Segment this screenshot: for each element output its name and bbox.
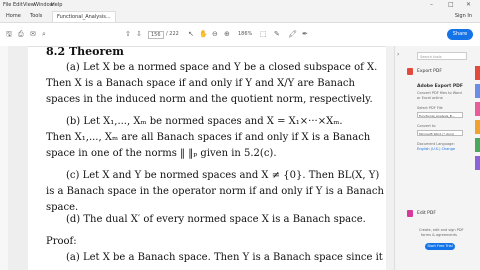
toolbar: 🖫 ⎙ ✉ ⌕ ⇧ ⇩ 156 / 222 ↖ ✋ ⊖ ⊕ 186% ⬚ ✎ 🖍…: [0, 23, 480, 47]
tab-home[interactable]: Home: [2, 11, 25, 21]
adobe-export-title: Adobe Export PDF: [417, 84, 463, 89]
menu-edit[interactable]: Edit: [13, 2, 23, 8]
tab-document[interactable]: Functional_Analysis...: [52, 11, 116, 22]
close-icon[interactable]: ✕: [466, 1, 471, 8]
side-strip-red: [475, 66, 480, 80]
menu-file[interactable]: File: [3, 2, 11, 8]
email-icon[interactable]: ✉: [30, 30, 36, 38]
page-down-icon[interactable]: ⇩: [136, 30, 142, 38]
hand-icon[interactable]: ✋: [199, 30, 208, 38]
edit-pdf-icon: [407, 210, 413, 217]
convert-to-select[interactable]: Microsoft Word (*.docx): [417, 130, 463, 136]
side-strip-purple: [475, 156, 480, 170]
theorem-heading: 8.2 Theorem: [46, 46, 124, 58]
zoom-out-icon[interactable]: ⊖: [212, 30, 218, 38]
page-up-icon[interactable]: ⇧: [125, 30, 131, 38]
export-pdf-icon: [407, 68, 413, 75]
doc-line: (a) Let X be a Banach space. Then Y is a…: [66, 252, 383, 263]
sign-in-link[interactable]: Sign In: [455, 11, 472, 21]
tab-tools[interactable]: Tools: [26, 11, 46, 21]
export-pdf-tool[interactable]: Export PDF: [417, 69, 442, 74]
maximize-icon[interactable]: □: [448, 1, 454, 8]
doc-line: is a Banach space in the operator norm i…: [46, 186, 384, 197]
menu-help[interactable]: Help: [51, 2, 62, 8]
doc-line: Then X is a Banach space if and only if …: [46, 78, 355, 89]
side-strip-pink: [475, 102, 480, 116]
sign-icon[interactable]: ✒: [302, 30, 308, 38]
tab-bar: Home Tools Functional_Analysis... – □ ✕ …: [0, 1, 480, 23]
doc-line: (b) Let X₁,..., Xₘ be normed spaces and …: [66, 116, 343, 127]
side-strip-green: [475, 138, 480, 152]
side-strip-orange: [475, 120, 480, 134]
vertical-scrollbar[interactable]: [386, 46, 394, 270]
document-page: 8.2 Theorem (a) Let X be a normed space …: [28, 46, 386, 270]
fit-page-icon[interactable]: ⬚: [260, 30, 267, 38]
zoom-level[interactable]: 186%: [238, 31, 252, 37]
doc-line: spaces in the induced norm and the quoti…: [46, 94, 373, 105]
zoom-in-icon[interactable]: ⊕: [224, 30, 230, 38]
edit-pdf-tool[interactable]: Edit PDF: [417, 211, 436, 216]
search-icon[interactable]: ⌕: [42, 30, 46, 39]
collapse-icon[interactable]: ›: [397, 51, 399, 58]
tools-panel: › Search tools Export PDF Adobe Export P…: [394, 46, 480, 270]
doc-line: (c) Let X and Y be normed spaces and X ≠…: [66, 170, 380, 181]
document-margin: [8, 46, 28, 270]
doc-language-value[interactable]: English (U.S.) Change: [417, 147, 455, 152]
menu-bar: File Edit View Window Help: [0, 0, 480, 10]
start-trial-button[interactable]: Start Free Trial: [425, 243, 455, 250]
save-icon[interactable]: 🖫: [6, 30, 12, 41]
cursor-icon[interactable]: ↖: [188, 30, 194, 38]
tools-search-input[interactable]: Search tools: [417, 52, 467, 60]
proof-label: Proof:: [46, 236, 77, 247]
doc-line: space.: [46, 202, 79, 213]
doc-line: Then X₁,..., Xₘ are all Banach spaces if…: [46, 132, 371, 143]
doc-line: space in one of the norms ‖ ‖ₚ given in …: [46, 148, 277, 159]
adobe-export-sub: or Excel online: [417, 96, 443, 100]
minimize-icon[interactable]: –: [430, 1, 433, 8]
share-button[interactable]: Share: [447, 29, 473, 40]
convert-to-label: Convert to: [417, 124, 436, 128]
highlight-icon[interactable]: 🖍: [288, 30, 297, 38]
page-total: / 222: [166, 31, 179, 37]
file-select[interactable]: Functional_Analysis_B...: [417, 112, 463, 118]
print-icon[interactable]: ⎙: [18, 30, 24, 39]
select-file-label: Select PDF File: [417, 106, 443, 110]
promo-text: forms & agreements: [421, 233, 457, 237]
page-number-input[interactable]: 156: [148, 31, 164, 39]
side-strip-blue: [475, 84, 480, 98]
doc-line: (d) The dual X′ of every normed space X …: [66, 214, 366, 225]
doc-line: (a) Let X be a normed space and Y be a c…: [66, 62, 378, 73]
comment-icon[interactable]: ✎: [274, 30, 280, 38]
